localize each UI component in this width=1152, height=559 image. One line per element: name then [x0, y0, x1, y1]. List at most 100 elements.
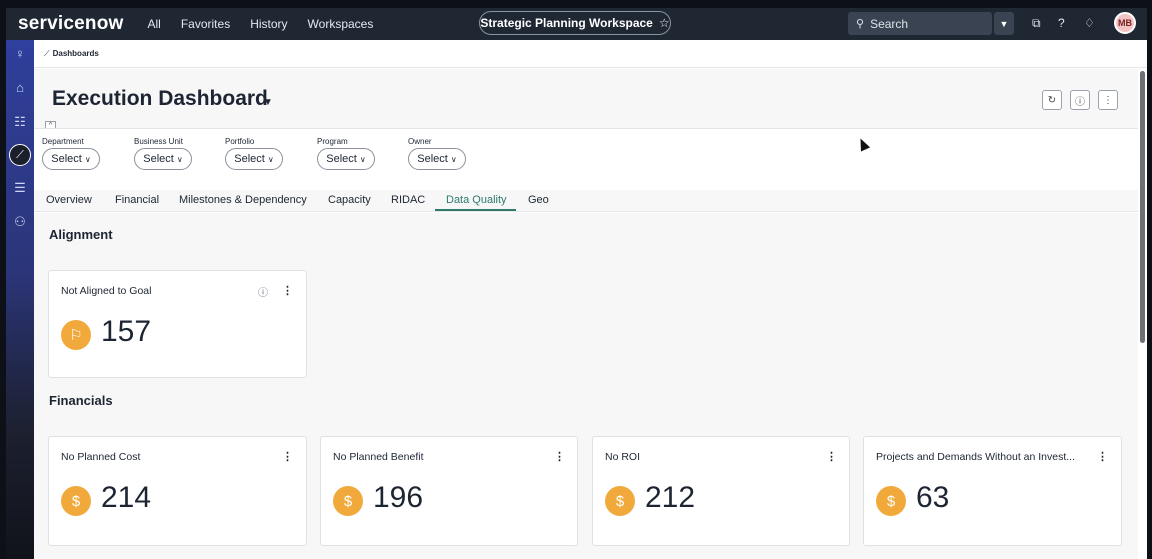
- breadcrumb[interactable]: ⟋ Dashboards: [44, 49, 99, 59]
- screen-frame-top: [0, 0, 1152, 8]
- filter-label: Department: [42, 137, 84, 146]
- info-icon: ⓘ: [1075, 96, 1085, 108]
- card-value: 196: [373, 481, 424, 514]
- card-projects-demands-without-investment[interactable]: Projects and Demands Without an Invest..…: [863, 436, 1122, 546]
- portfolio-select[interactable]: Select ∨: [225, 148, 283, 170]
- screen-frame-right: [1147, 0, 1152, 559]
- refresh-button[interactable]: ↻: [1042, 90, 1062, 110]
- program-select[interactable]: Select ∨: [317, 148, 375, 170]
- tab-financial[interactable]: Financial: [115, 194, 159, 206]
- card-no-planned-benefit[interactable]: No Planned Benefit ⋮ $ 196: [320, 436, 578, 546]
- card-menu-icon[interactable]: ⋮: [282, 450, 293, 463]
- info-button[interactable]: ⓘ: [1070, 90, 1090, 110]
- more-options-button[interactable]: ⋮: [1098, 90, 1118, 110]
- card-menu-icon[interactable]: ⋮: [554, 450, 565, 463]
- chevron-down-icon: ∨: [176, 154, 183, 164]
- filter-label: Program: [317, 137, 348, 146]
- section-title-alignment: Alignment: [49, 227, 113, 242]
- card-title: No Planned Cost: [61, 451, 141, 463]
- dashboard-content: Alignment Not Aligned to Goal ⓘ ⋮ ⚐ 157 …: [34, 213, 1138, 559]
- dollar-icon: $: [61, 486, 91, 516]
- tab-geo[interactable]: Geo: [528, 194, 549, 206]
- card-no-planned-cost[interactable]: No Planned Cost ⋮ $ 214: [48, 436, 307, 546]
- card-value: 157: [101, 315, 152, 348]
- tab-ridac[interactable]: RIDAC: [391, 194, 425, 206]
- select-value: Select: [326, 153, 357, 165]
- nav-workspaces[interactable]: Workspaces: [308, 17, 374, 31]
- select-value: Select: [234, 153, 265, 165]
- filter-owner: Owner Select ∨: [408, 137, 466, 170]
- global-search-input[interactable]: ⚲ Search: [848, 12, 992, 35]
- dollar-icon: $: [876, 486, 906, 516]
- help-icon[interactable]: ?: [1058, 16, 1065, 30]
- nav-all[interactable]: All: [148, 17, 161, 31]
- workspace-name: Strategic Planning Workspace: [480, 16, 653, 30]
- breadcrumb-label: Dashboards: [52, 49, 99, 58]
- chevron-down-icon: ∨: [267, 154, 274, 164]
- workspace-switcher[interactable]: Strategic Planning Workspace ☆: [479, 11, 671, 35]
- department-select[interactable]: Select ∨: [42, 148, 100, 170]
- search-scope-dropdown[interactable]: ▼: [994, 12, 1014, 35]
- page-title[interactable]: Execution Dashboard: [52, 87, 268, 111]
- star-icon[interactable]: ☆: [659, 16, 670, 30]
- filter-bar: Department Select ∨ Business Unit Select ∨…: [34, 128, 1138, 188]
- card-value: 63: [916, 481, 950, 514]
- people-icon[interactable]: ⚇: [6, 214, 34, 230]
- section-title-financials: Financials: [49, 393, 113, 408]
- nav-favorites[interactable]: Favorites: [181, 17, 230, 31]
- filter-portfolio: Portfolio Select ∨: [225, 137, 283, 170]
- dashboard-chart-icon[interactable]: ⟋: [9, 144, 31, 166]
- card-title: No Planned Benefit: [333, 451, 424, 463]
- dollar-icon: $: [333, 486, 363, 516]
- owner-select[interactable]: Select ∨: [408, 148, 466, 170]
- card-no-roi[interactable]: No ROI ⋮ $ 212: [592, 436, 850, 546]
- main-content: ⟋ Dashboards Execution Dashboard ▼ ↻ ⓘ ⋮ …: [34, 40, 1147, 559]
- list-icon[interactable]: ☰: [6, 180, 34, 196]
- hierarchy-icon[interactable]: ☷: [6, 114, 34, 130]
- filter-label: Portfolio: [225, 137, 255, 146]
- select-value: Select: [51, 153, 82, 165]
- briefcase-icon[interactable]: ⌂: [6, 80, 34, 95]
- tab-data-quality[interactable]: Data Quality: [446, 194, 507, 206]
- select-value: Select: [143, 153, 174, 165]
- filter-business-unit: Business Unit Select ∨: [134, 137, 192, 170]
- select-value: Select: [417, 153, 448, 165]
- tab-milestones-dependency[interactable]: Milestones & Dependency: [179, 194, 307, 206]
- card-menu-icon[interactable]: ⋮: [826, 450, 837, 463]
- card-value: 212: [645, 481, 696, 514]
- card-title: Not Aligned to Goal: [61, 285, 152, 297]
- bell-icon[interactable]: ♢: [1084, 16, 1095, 30]
- card-menu-icon[interactable]: ⋮: [282, 284, 293, 297]
- card-menu-icon[interactable]: ⋮: [1097, 450, 1108, 463]
- chevron-down-icon: ∨: [359, 154, 366, 164]
- card-title: Projects and Demands Without an Invest..…: [876, 451, 1076, 463]
- chevron-down-icon: ∨: [450, 154, 457, 164]
- scrollbar-thumb[interactable]: [1140, 71, 1145, 343]
- refresh-icon: ↻: [1047, 94, 1057, 106]
- nav-history[interactable]: History: [250, 17, 287, 31]
- active-tab-indicator: [435, 209, 516, 211]
- info-icon[interactable]: ⓘ: [258, 284, 268, 299]
- search-icon: ⚲: [856, 18, 865, 30]
- flag-icon: ⚐: [61, 320, 91, 350]
- search-placeholder: Search: [870, 16, 909, 31]
- filter-label: Business Unit: [134, 137, 183, 146]
- chart-icon: ⟋: [44, 49, 50, 58]
- tab-capacity[interactable]: Capacity: [328, 194, 371, 206]
- card-title: No ROI: [605, 451, 641, 463]
- business-unit-select[interactable]: Select ∨: [134, 148, 192, 170]
- kebab-icon: ⋮: [1103, 94, 1113, 106]
- tab-overview[interactable]: Overview: [46, 194, 92, 206]
- lightbulb-icon[interactable]: ♀: [6, 46, 34, 61]
- filter-department: Department Select ∨: [42, 137, 100, 170]
- title-dropdown-icon[interactable]: ▼: [263, 97, 273, 108]
- page-scrollbar[interactable]: [1138, 69, 1147, 559]
- servicenow-logo[interactable]: servicenow: [18, 13, 124, 35]
- dollar-icon: $: [605, 486, 635, 516]
- card-not-aligned-to-goal[interactable]: Not Aligned to Goal ⓘ ⋮ ⚐ 157: [48, 270, 307, 378]
- user-avatar[interactable]: MB: [1114, 12, 1136, 34]
- top-navigation-bar: servicenow All Favorites History Workspa…: [6, 8, 1147, 40]
- card-value: 214: [101, 481, 152, 514]
- left-sidebar-rail: ♀ ⌂ ☷ ⟋ ☰ ⚇: [6, 40, 34, 559]
- chat-icon[interactable]: ⧉: [1032, 16, 1041, 31]
